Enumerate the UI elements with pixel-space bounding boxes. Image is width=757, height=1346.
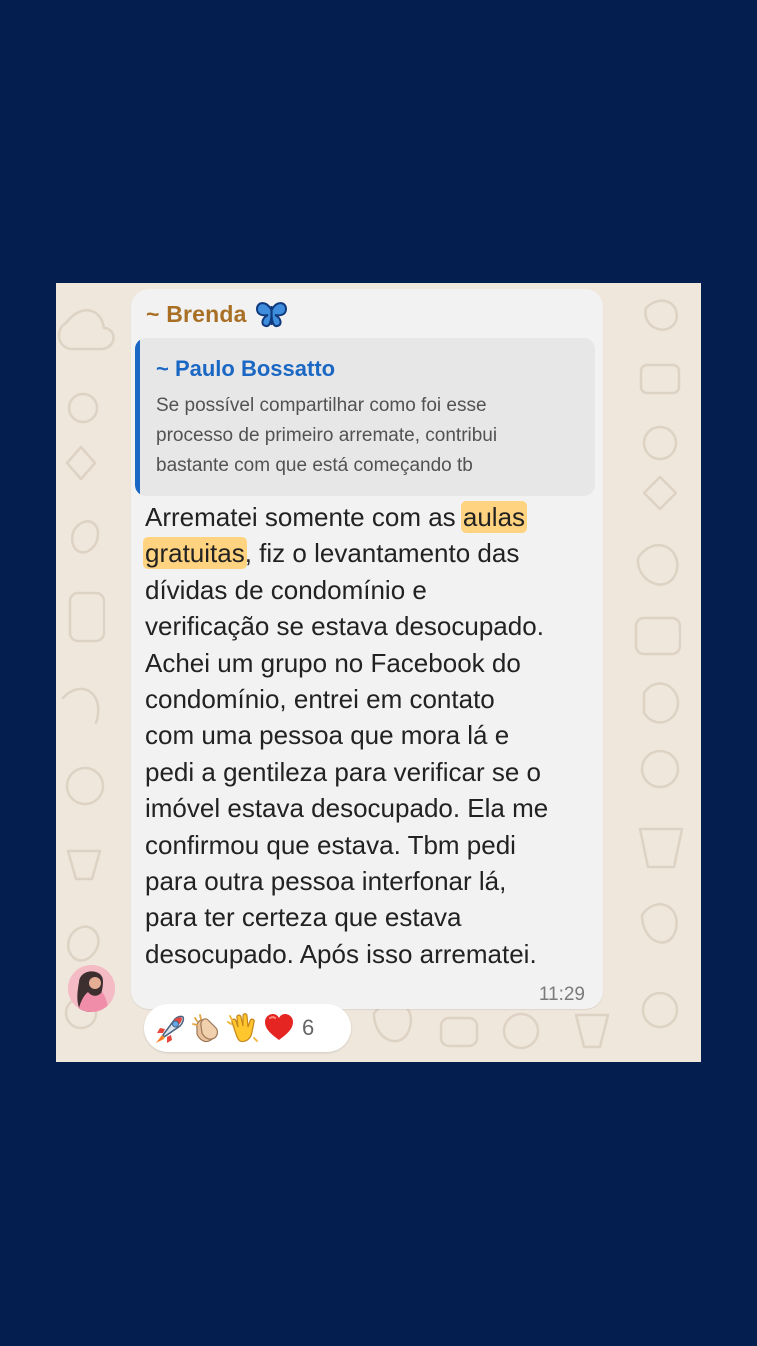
message-line: dívidas de condomínio e — [145, 574, 427, 605]
message-line-1: Arrematei somente com as aulas — [145, 499, 589, 535]
quoted-message[interactable]: ~ Paulo Bossatto Se possível compartilha… — [135, 338, 595, 496]
message-line: Achei um grupo no Facebook do — [145, 647, 521, 678]
clapping-hands-icon[interactable] — [191, 1012, 223, 1044]
quote-line: bastante com que está começando tb — [156, 455, 473, 476]
quote-line: processo de primeiro arremate, contribui — [156, 425, 498, 446]
message-line: condomínio, entrei em contato — [145, 684, 495, 715]
quoted-author: ~ Paulo Bossatto — [156, 356, 336, 381]
chat-screenshot: ~ Brenda ~ Paulo Bossatto Se possível co… — [56, 283, 701, 1062]
quote-line: Se possível compartilhar como foi esse — [156, 395, 487, 416]
highlighted-text-aulas[interactable]: aulas — [460, 501, 528, 533]
avatar-image — [68, 965, 115, 1012]
message-line: com uma pessoa que mora lá e — [145, 720, 510, 751]
red-heart-icon[interactable] — [263, 1012, 295, 1044]
rocket-icon[interactable] — [155, 1012, 187, 1044]
message-line: para ter certeza que estava — [145, 902, 462, 933]
message-line: confirmou que estava. Tbm pedi — [145, 829, 516, 860]
waving-hand-icon[interactable] — [227, 1012, 259, 1044]
message-reactions[interactable]: 6 — [144, 1004, 351, 1052]
message-text-after-highlight: , fiz o levantamento das — [244, 538, 520, 569]
profile-avatar-icon[interactable] — [68, 965, 115, 1012]
quoted-message-text: Se possível compartilhar como foi esse p… — [156, 391, 586, 481]
message-line-2: gratuitas, fiz o levantamento das — [143, 535, 589, 571]
reaction-count: 6 — [302, 1015, 315, 1040]
message-line: verificação se estava desocupado. — [145, 611, 544, 642]
message-bubble[interactable]: ~ Brenda ~ Paulo Bossatto Se possível co… — [131, 289, 603, 1009]
sender-name[interactable]: ~ Brenda — [146, 299, 287, 329]
message-text: Arrematei somente com as aulas gratuitas… — [143, 499, 589, 972]
highlighted-text-gratuitas[interactable]: gratuitas — [143, 537, 247, 570]
message-timestamp: 11:29 — [538, 984, 585, 1005]
message-text-prefix: Arrematei somente com as — [145, 502, 463, 532]
message-line: pedi a gentileza para verificar se o — [145, 756, 542, 787]
sender-label: ~ Brenda — [146, 300, 247, 327]
message-line: desocupado. Após isso arrematei. — [145, 938, 537, 969]
message-line: imóvel estava desocupado. Ela me — [145, 793, 549, 824]
screen: { "chat": { "sender": "~ Brenda", "sende… — [0, 0, 757, 1346]
quote-accent-bar — [135, 338, 140, 496]
butterfly-icon — [255, 302, 287, 328]
message-line: para outra pessoa interfonar lá, — [145, 866, 507, 897]
